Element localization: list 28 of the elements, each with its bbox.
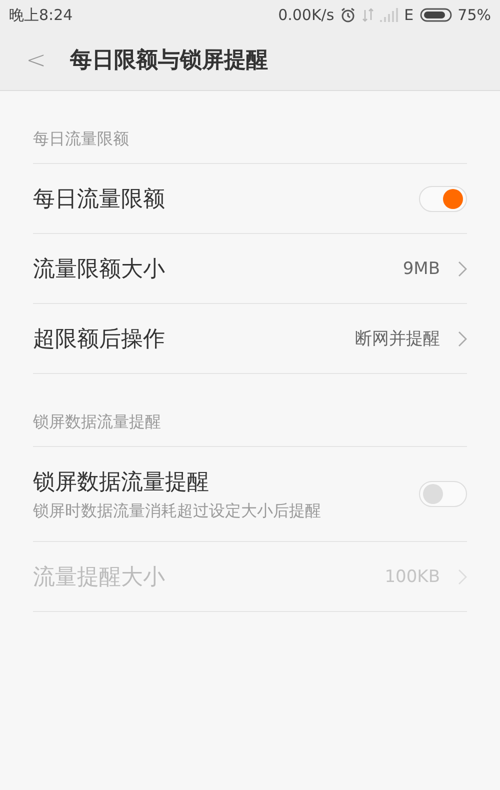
settings-row[interactable]: 超限额后操作 断网并提醒 — [33, 304, 467, 374]
settings-row[interactable]: 每日流量限额 — [33, 164, 467, 234]
data-arrows-icon — [362, 8, 374, 22]
setting-label: 每日流量限额 — [33, 186, 166, 214]
alarm-icon — [340, 7, 356, 23]
chevron-right-icon — [458, 330, 467, 346]
setting-description: 锁屏时数据流量消耗超过设定大小后提醒 — [33, 500, 322, 522]
battery-icon — [420, 8, 452, 22]
setting-value: 断网并提醒 — [355, 328, 440, 350]
setting-label: 超限额后操作 — [33, 326, 166, 354]
network-speed: 0.00K/s — [278, 6, 334, 24]
section-header: 每日流量限额 — [33, 129, 129, 150]
setting-label: 锁屏数据流量提醒 — [33, 468, 210, 496]
page-title: 每日限额与锁屏提醒 — [70, 47, 268, 75]
toggle-switch[interactable] — [419, 186, 467, 212]
setting-label: 流量限额大小 — [33, 256, 166, 284]
chevron-right-icon — [458, 260, 467, 276]
battery-percent: 75% — [458, 6, 491, 24]
chevron-right-icon — [458, 568, 467, 584]
settings-row[interactable]: 锁屏数据流量提醒 锁屏时数据流量消耗超过设定大小后提醒 — [33, 447, 467, 542]
setting-value: 9MB — [402, 258, 440, 278]
settings-row[interactable]: 流量限额大小 9MB — [33, 234, 467, 304]
toggle-switch[interactable] — [419, 481, 467, 507]
section-header: 锁屏数据流量提醒 — [33, 412, 161, 433]
signal-icon — [380, 8, 398, 22]
network-type: E — [404, 6, 414, 24]
status-time: 晚上8:24 — [9, 6, 73, 24]
setting-label: 流量提醒大小 — [33, 564, 166, 592]
